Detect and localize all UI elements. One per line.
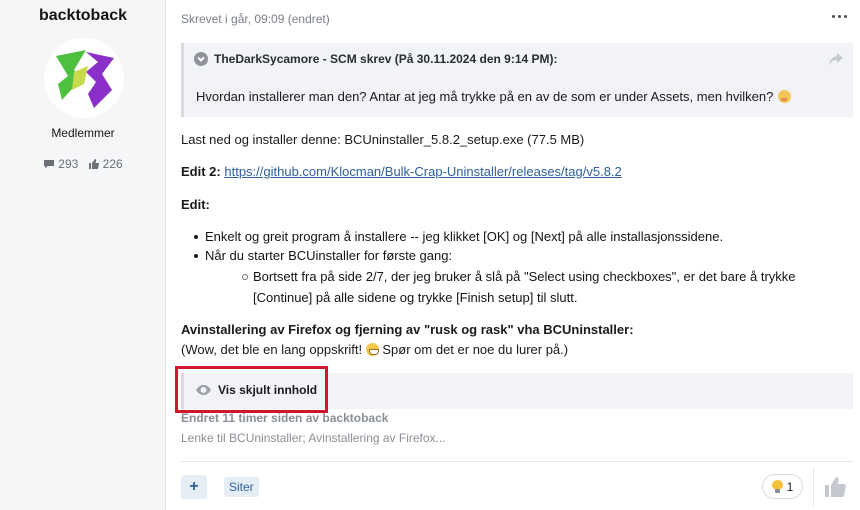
signature[interactable]: Lenke til BCUninstaller; Avinstallering …: [181, 431, 446, 445]
uninstall-note-start: (Wow, det ble en lang oppskrift!: [181, 342, 363, 357]
quote-author: TheDarkSycamore - SCM skrev (På 30.11.20…: [214, 52, 558, 66]
spoiler-label: Vis skjult innhold: [218, 383, 318, 397]
quote-author-line[interactable]: TheDarkSycamore - SCM skrev (På 30.11.20…: [194, 52, 558, 66]
comment-icon: [44, 160, 55, 168]
list-item: Når du starter BCUinstaller for første g…: [193, 248, 453, 263]
author-sidebar: backtoback Medlemmer 293 226: [0, 0, 166, 510]
post-content: Skrevet i går, 09:09 (endret) TheDarkSyc…: [175, 0, 853, 510]
thumbs-up-icon: [825, 477, 846, 497]
plus-icon: +: [189, 478, 199, 495]
more-horizontal-icon: [844, 15, 847, 18]
edit-label: Edit:: [181, 197, 210, 212]
sub-list-item-continuation: [Continue] på alle sidene og trykke [Fin…: [253, 290, 578, 305]
footer-divider: [181, 461, 853, 462]
spoiler-block: Vis skjult innhold: [181, 373, 853, 409]
reaction-summary[interactable]: 1: [762, 474, 803, 499]
show-hidden-content-button[interactable]: Vis skjult innhold: [196, 383, 317, 397]
post-header: Skrevet i går, 09:09 (endret): [181, 11, 853, 27]
quote-body: Hvordan installerer man den? Antar at je…: [196, 89, 792, 104]
quote-button[interactable]: Siter: [224, 477, 259, 497]
github-release-link[interactable]: https://github.com/Klocman/Bulk-Crap-Uni…: [224, 164, 621, 179]
sub-list-item: Bortsett fra på side 2/7, der jeg bruker…: [242, 267, 796, 287]
download-line: Last ned og installer denne: BCUninstall…: [181, 132, 585, 147]
messages-count: 293: [58, 157, 79, 171]
list-item: Enkelt og greit program å installere -- …: [193, 229, 724, 244]
user-role: Medlemmer: [51, 126, 115, 140]
uninstall-note: (Wow, det ble en lang oppskrift! Spør om…: [181, 341, 568, 359]
lightbulb-icon: [771, 480, 783, 493]
reactions-count: 226: [102, 157, 123, 171]
more-horizontal-icon: [838, 15, 841, 18]
share-arrow-icon[interactable]: [829, 53, 843, 67]
avatar-image: [44, 38, 124, 118]
thumbs-up-icon: [88, 159, 99, 169]
eye-icon: [196, 385, 211, 395]
reaction-count: 1: [786, 479, 794, 494]
messages-stat: 293: [43, 157, 78, 171]
multiquote-add-button[interactable]: +: [181, 475, 207, 499]
uninstall-note-end: Spør om det er noe du lurer på.): [382, 342, 569, 357]
react-button[interactable]: [823, 475, 847, 499]
edited-note: Endret 11 timer siden av backtoback: [181, 411, 389, 425]
thinking-emoji-icon: [778, 90, 792, 103]
quote-block: TheDarkSycamore - SCM skrev (På 30.11.20…: [181, 43, 853, 117]
chevron-down-icon[interactable]: [194, 52, 208, 66]
uninstall-heading: Avinstallering av Firefox og fjerning av…: [181, 322, 634, 337]
edit2-line: Edit 2: https://github.com/Klocman/Bulk-…: [181, 163, 622, 181]
quote-text: Hvordan installerer man den? Antar at je…: [196, 89, 774, 104]
author-username[interactable]: backtoback: [0, 7, 166, 25]
user-stats: 293 226: [0, 157, 166, 173]
avatar[interactable]: [44, 38, 124, 118]
edit2-label: Edit 2:: [181, 164, 221, 179]
more-horizontal-icon: [832, 15, 835, 18]
post-date[interactable]: Skrevet i går, 09:09 (endret): [181, 12, 330, 26]
more-options-button[interactable]: [831, 9, 849, 23]
reactions-stat: 226: [88, 157, 123, 171]
grin-emoji-icon: [365, 343, 379, 356]
reaction-divider: [813, 468, 814, 506]
